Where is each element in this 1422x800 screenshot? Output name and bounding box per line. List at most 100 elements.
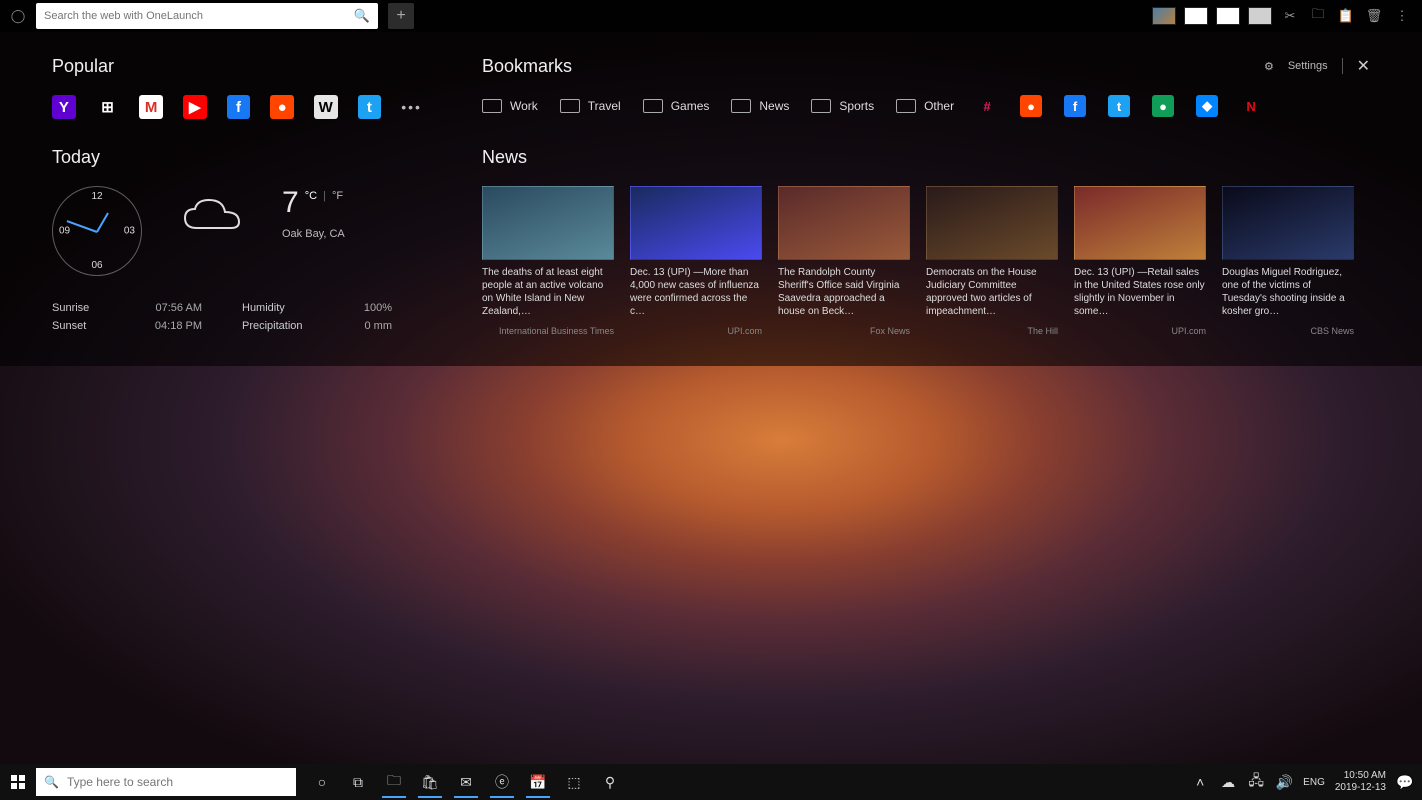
bookmarks-row: Work Travel Games News Sports Other # ● ft ● ◆ N	[482, 95, 1370, 117]
humidity-value: 100%	[364, 302, 392, 314]
clock-12: 12	[91, 191, 102, 202]
bookmark-twitter-icon[interactable]: t	[1108, 95, 1130, 117]
settings-link[interactable]: Settings	[1288, 60, 1328, 72]
bookmark-folder-games[interactable]: Games	[643, 99, 710, 113]
bookmark-reddit-icon[interactable]: ●	[1020, 95, 1042, 117]
temperature-value: 7	[282, 186, 299, 220]
bookmark-facebook-icon[interactable]: f	[1064, 95, 1086, 117]
analog-clock: 12 03 06 09	[52, 186, 142, 276]
news-source: International Business Times	[482, 326, 614, 336]
bookmark-folder-news[interactable]: News	[731, 99, 789, 113]
windows-search-box[interactable]: 🔍	[36, 768, 296, 796]
onelaunch-logo-icon[interactable]: ◯	[4, 2, 32, 30]
news-source: The Hill	[926, 326, 1058, 336]
network-icon[interactable]: 🖧	[1247, 766, 1265, 798]
close-icon[interactable]: ✕	[1357, 56, 1370, 76]
news-headline: Dec. 13 (UPI) —Retail sales in the Unite…	[1074, 266, 1206, 320]
weather-cloud-icon	[172, 186, 252, 246]
folder-label: Travel	[588, 99, 621, 113]
tray-date: 2019-12-13	[1335, 782, 1386, 794]
thumbnail-4[interactable]	[1248, 7, 1272, 25]
bookmark-slack-icon[interactable]: #	[976, 95, 998, 117]
trash-icon[interactable]: 🗑	[1364, 6, 1384, 26]
folder-icon	[482, 99, 502, 113]
cortana-icon[interactable]: ○	[306, 766, 338, 798]
app-wikipedia-icon[interactable]: W	[314, 95, 338, 119]
app-yahoo-icon[interactable]: Y	[52, 95, 76, 119]
bookmark-hangouts-icon[interactable]: ●	[1152, 95, 1174, 117]
maps-icon[interactable]: ⚲	[594, 766, 626, 798]
web-search-input[interactable]	[44, 10, 354, 22]
news-cards-row: The deaths of at least eight people at a…	[482, 186, 1370, 336]
store-icon[interactable]: 🛍	[414, 766, 446, 798]
file-explorer-icon[interactable]: 🗀	[378, 766, 410, 798]
folder-icon[interactable]: 🗀	[1308, 6, 1328, 26]
edge-icon[interactable]: ⓔ	[486, 766, 518, 798]
task-view-icon[interactable]: ⧉	[342, 766, 374, 798]
bookmark-folder-work[interactable]: Work	[482, 99, 538, 113]
today-widget: Today 12 03 06 09 7 °C	[52, 147, 422, 338]
news-card[interactable]: Dec. 13 (UPI) —More than 4,000 new cases…	[630, 186, 762, 336]
app-reddit-icon[interactable]: ●	[270, 95, 294, 119]
news-card[interactable]: Democrats on the House Judiciary Committ…	[926, 186, 1058, 336]
bookmark-folder-travel[interactable]: Travel	[560, 99, 621, 113]
dashboard-panel: Popular Y⊞M▶f●Wt••• Today 12 03 06 09	[0, 32, 1422, 366]
folder-label: News	[759, 99, 789, 113]
folder-icon	[560, 99, 580, 113]
windows-taskbar: 🔍 ○ ⧉ 🗀 🛍 ✉ ⓔ 📅 ⬚ ⚲ ˄ ☁ 🖧 🔊 ENG 10:50 AM…	[0, 764, 1422, 800]
unit-celsius[interactable]: °C	[305, 190, 317, 202]
onedrive-icon[interactable]: ☁	[1219, 766, 1237, 798]
news-card[interactable]: The deaths of at least eight people at a…	[482, 186, 614, 336]
news-thumbnail	[778, 186, 910, 260]
precip-label: Precipitation	[242, 320, 303, 332]
snip-tool-icon[interactable]: ✂	[1280, 6, 1300, 26]
unit-fahrenheit[interactable]: °F	[332, 190, 343, 202]
new-tab-button[interactable]: +	[388, 3, 414, 29]
gear-icon[interactable]: ⚙	[1264, 60, 1274, 73]
app-youtube-icon[interactable]: ▶	[183, 95, 207, 119]
bookmark-messenger-icon[interactable]: ◆	[1196, 95, 1218, 117]
folder-icon	[643, 99, 663, 113]
news-card[interactable]: Dec. 13 (UPI) —Retail sales in the Unite…	[1074, 186, 1206, 336]
thumbnail-1[interactable]	[1152, 7, 1176, 25]
language-indicator[interactable]: ENG	[1303, 777, 1325, 788]
bookmark-netflix-icon[interactable]: N	[1240, 95, 1262, 117]
news-card[interactable]: Douglas Miguel Rodriguez, one of the vic…	[1222, 186, 1354, 336]
app-gmail-icon[interactable]: M	[139, 95, 163, 119]
calendar-icon[interactable]: 📅	[522, 766, 554, 798]
news-thumbnail	[482, 186, 614, 260]
chevron-up-icon[interactable]: ˄	[1191, 766, 1209, 798]
folder-label: Other	[924, 99, 954, 113]
today-heading: Today	[52, 147, 422, 168]
more-menu-icon[interactable]: ⋮	[1392, 6, 1412, 26]
app-twitter-icon[interactable]: t	[358, 95, 382, 119]
clipboard-icon[interactable]: 📋	[1336, 6, 1356, 26]
clock-tray[interactable]: 10:50 AM 2019-12-13	[1335, 770, 1386, 794]
clock-06: 06	[91, 260, 102, 271]
more-apps-icon[interactable]: •••	[401, 99, 422, 115]
mail-icon[interactable]: ✉	[450, 766, 482, 798]
windows-search-input[interactable]	[67, 775, 288, 789]
bookmark-folder-sports[interactable]: Sports	[811, 99, 874, 113]
news-card[interactable]: The Randolph County Sheriff's Office sai…	[778, 186, 910, 336]
volume-icon[interactable]: 🔊	[1275, 766, 1293, 798]
topbar-tray: ✂ 🗀 📋 🗑 ⋮	[1152, 6, 1418, 26]
search-icon: 🔍	[44, 775, 59, 789]
action-center-icon[interactable]: 💬	[1396, 766, 1414, 798]
clock-09: 09	[59, 226, 70, 237]
web-search-box[interactable]: 🔍	[36, 3, 378, 29]
bookmark-folder-other[interactable]: Other	[896, 99, 954, 113]
sunrise-value: 07:56 AM	[156, 302, 202, 314]
start-button[interactable]	[0, 764, 36, 800]
app-facebook-icon[interactable]: f	[227, 95, 251, 119]
thumbnail-2[interactable]	[1184, 7, 1208, 25]
tray-time: 10:50 AM	[1335, 770, 1386, 782]
news-headline: Democrats on the House Judiciary Committ…	[926, 266, 1058, 320]
system-tray: ˄ ☁ 🖧 🔊 ENG 10:50 AM 2019-12-13 💬	[1191, 766, 1422, 798]
photos-icon[interactable]: ⬚	[558, 766, 590, 798]
search-icon[interactable]: 🔍	[354, 8, 370, 24]
news-source: UPI.com	[630, 326, 762, 336]
thumbnail-3[interactable]	[1216, 7, 1240, 25]
news-heading: News	[482, 147, 1370, 168]
app-microsoft-icon[interactable]: ⊞	[96, 95, 120, 119]
